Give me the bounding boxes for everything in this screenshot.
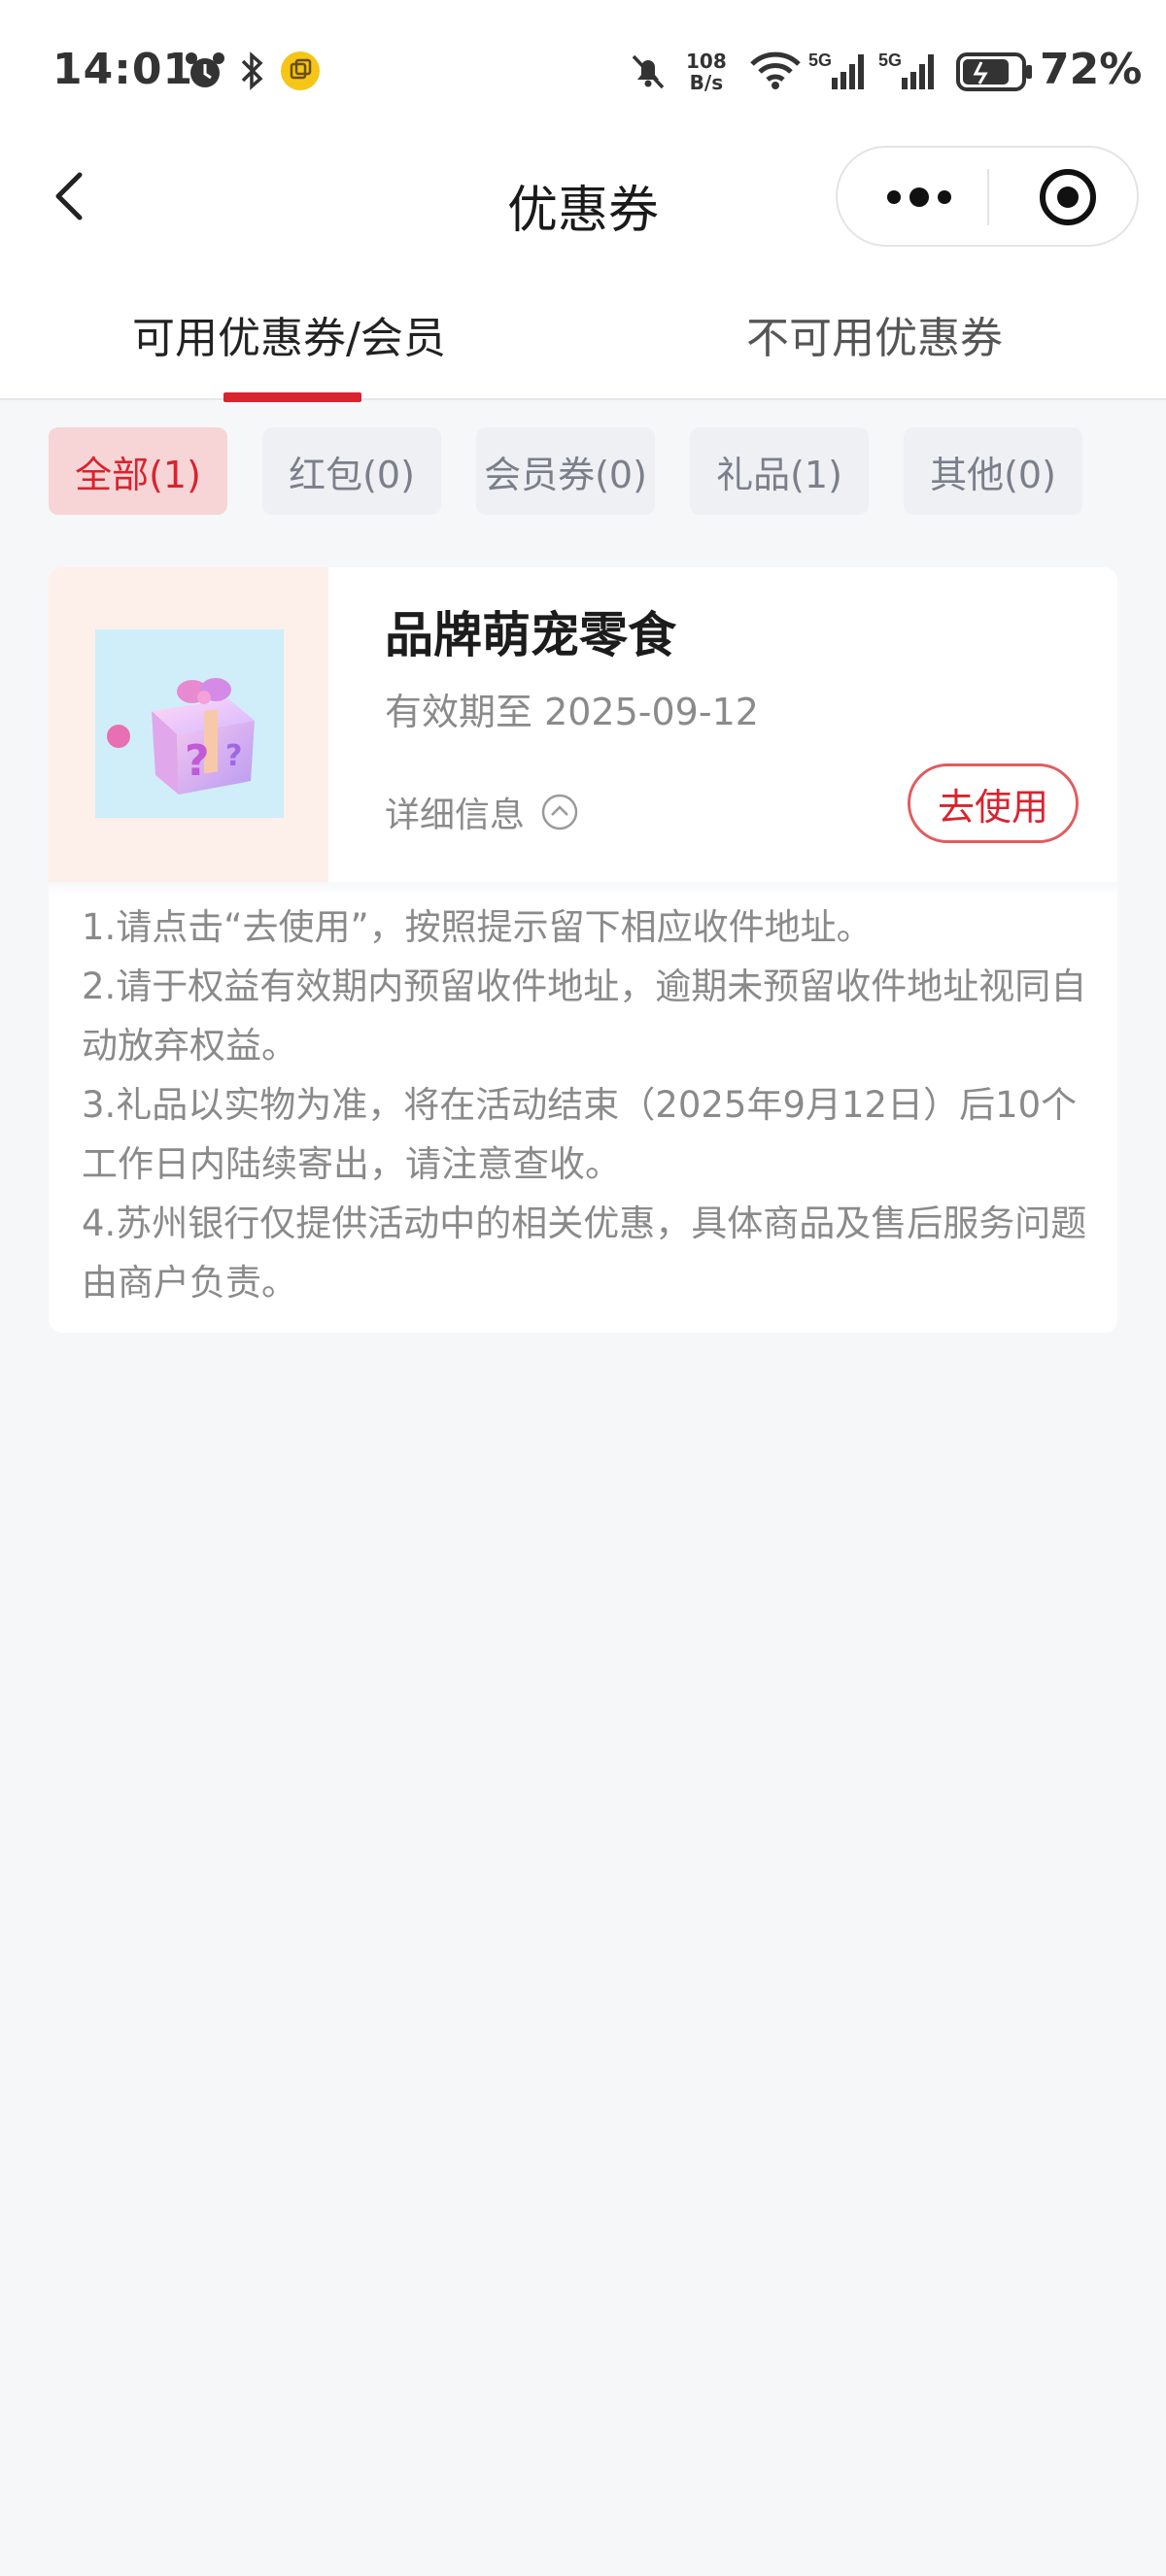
- rule-item: 4.苏州银行仅提供活动中的相关优惠，具体商品及售后服务问题由商户负责。: [82, 1203, 1087, 1304]
- tab-bar: 可用优惠券/会员 不可用优惠券: [0, 253, 1166, 402]
- battery-charging-icon: [956, 52, 1032, 91]
- filter-chip-member[interactable]: 会员券(0): [476, 427, 655, 515]
- filter-chip-gift[interactable]: 礼品(1): [690, 427, 869, 515]
- net-speed: 108 B/s: [686, 51, 727, 93]
- bluetooth-icon: [241, 51, 263, 90]
- status-time: 14:01: [52, 45, 194, 94]
- wifi-icon: [750, 51, 801, 89]
- nav-bar: 优惠券: [0, 146, 1166, 253]
- rule-item: 1.请点击“去使用”，按照提示留下相应收件地址。: [82, 906, 873, 948]
- filter-chip-other[interactable]: 其他(0): [904, 427, 1082, 515]
- filter-chip-all[interactable]: 全部(1): [49, 427, 227, 515]
- battery-percentage: 72%: [1040, 45, 1143, 94]
- svg-text:?: ?: [225, 739, 242, 773]
- gift-image-frame: ? ?: [95, 629, 284, 818]
- coupon-expiry: 有效期至 2025-09-12: [385, 691, 759, 733]
- card-separator: [49, 882, 1117, 896]
- target-close-icon[interactable]: [1038, 167, 1098, 227]
- rule-item: 2.请于权益有效期内预留收件地址，逾期未预留收件地址视同自动放弃权益。: [82, 966, 1087, 1067]
- status-bar: 14:01 108 B/s 5G 5G 72%: [0, 0, 1166, 146]
- coupon-card: ? ? 品牌萌宠零食 有效期至 2025-09-12 详细信息 去使用 1.请点…: [49, 567, 1117, 1333]
- net-speed-value: 108: [686, 50, 727, 73]
- gift-box-icon: ? ?: [107, 678, 255, 795]
- coupon-image-panel: ? ?: [49, 567, 328, 882]
- mute-icon: [632, 54, 665, 89]
- capsule-divider: [987, 169, 989, 225]
- svg-text:?: ?: [185, 736, 210, 786]
- tab-unavailable[interactable]: 不可用优惠券: [746, 303, 1003, 365]
- coupon-title: 品牌萌宠零食: [385, 607, 676, 663]
- net-speed-unit: B/s: [689, 71, 724, 94]
- tab-available[interactable]: 可用优惠券/会员: [132, 303, 446, 365]
- chevron-up-circle-icon: [541, 794, 578, 830]
- more-dots-icon[interactable]: [880, 177, 958, 218]
- coupon-perforation: [321, 567, 336, 882]
- signal-icon: 5G: [808, 51, 864, 89]
- signal-label-2: 5G: [878, 51, 902, 70]
- detail-label: 详细信息: [385, 796, 526, 835]
- alarm-icon: [186, 52, 224, 87]
- signal-label-1: 5G: [808, 51, 832, 70]
- signal-icon-2: 5G: [878, 51, 934, 89]
- use-coupon-button[interactable]: 去使用: [908, 763, 1079, 843]
- detail-toggle[interactable]: 详细信息: [385, 787, 579, 837]
- filter-chip-red-packet[interactable]: 红包(0): [262, 427, 441, 515]
- mini-program-capsule: [836, 146, 1139, 247]
- app-notification-icon: [281, 51, 320, 90]
- rule-item: 3.礼品以实物为准，将在活动结束（2025年9月12日）后10个工作日内陆续寄出…: [82, 1084, 1078, 1185]
- coupon-rules: 1.请点击“去使用”，按照提示留下相应收件地址。 2.请于权益有效期内预留收件地…: [82, 898, 1102, 1312]
- tab-indicator: [223, 392, 361, 402]
